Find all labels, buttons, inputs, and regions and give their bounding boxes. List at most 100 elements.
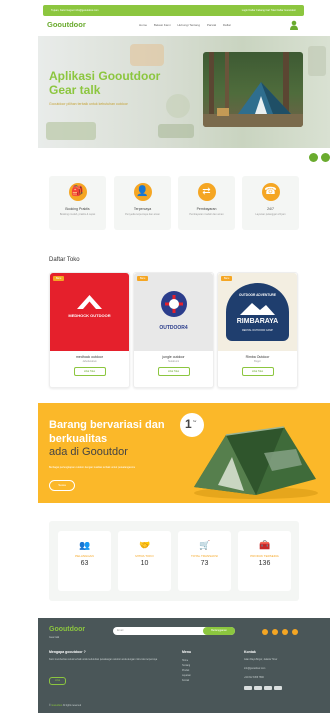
shop-name: Rimba Outdoor (245, 355, 270, 359)
nav-links: Home Bekasi Kami Hubungi Tentang Parsial… (139, 23, 237, 27)
stat-card: 🧰 PRODUK TERSEDIA 136 (238, 531, 291, 591)
stat-card: 🤝 MITRA TOKO 10 (118, 531, 171, 591)
footer-logo[interactable]: Gooutdoor (49, 626, 85, 633)
stat-label: MITRA TOKO (135, 554, 154, 558)
stat-card: 🛒 TOTAL TRANSAKSI 73 (178, 531, 231, 591)
shop-name: jungle outdoor (162, 355, 185, 359)
mountain-icon (240, 303, 275, 315)
nav-link-home[interactable]: Home (139, 23, 147, 27)
shop-city: Jabodetabek (82, 360, 97, 363)
shop-name: medhock outdoor (75, 355, 104, 359)
payment-method-icon (274, 686, 282, 690)
stat-label: PRODUK TERSEDIA (250, 554, 279, 558)
payment-method-icon (264, 686, 272, 690)
newsletter-email-input[interactable]: Email (117, 629, 123, 632)
payment-method-icon (244, 686, 252, 690)
shop-logo-text: MEDHOCK OUTDOOR (68, 313, 111, 318)
promo-button[interactable]: Sewa (49, 480, 75, 491)
footer-about-title: Mengapa gooutdoor ? (49, 650, 86, 654)
shop-emblem-icon (161, 291, 187, 317)
shop-city: Bogor (254, 360, 261, 363)
copyright-brand: Gooutdoor (51, 705, 63, 707)
facebook-icon[interactable] (262, 629, 268, 635)
box-icon: 🧰 (259, 540, 271, 550)
shop-logo-text: OUTDOOR4 (159, 325, 188, 331)
footer-about-text: Kami memberikan solusi terbaik untuk keb… (49, 659, 158, 661)
stat-card: 👥 PELANGGAN 63 (58, 531, 111, 591)
mountain-logo-icon (77, 295, 102, 309)
new-badge: Baru (221, 276, 233, 281)
exchange-icon: ⇄ (197, 183, 216, 201)
footer-contact-title: Kontak (244, 650, 256, 654)
feature-card: ⇄ Pembayaran Pembayaran mudah dan aman (178, 176, 235, 230)
nav-link-partial[interactable]: Parsial (207, 23, 216, 27)
shop-image: Baru MEDHOCK OUTDOOR (50, 273, 129, 351)
backpack-icon: 🎒 (68, 183, 87, 201)
newsletter-form: Email Berlangganan (113, 627, 235, 635)
payment-method-icon (254, 686, 262, 690)
feature-desc: Pembayaran mudah dan aman (189, 213, 224, 216)
stat-label: TOTAL TRANSAKSI (190, 554, 219, 558)
shop-logo-bottom-text: RENTAL OUTDOOR CAMP (242, 329, 273, 332)
slider-next-button[interactable] (321, 153, 330, 162)
new-badge: Baru (137, 276, 149, 281)
promo-banner: Barang bervariasi dan berkualitas ada di… (38, 403, 330, 503)
footer-copyright: © Gooutdoor All rights reserved (49, 705, 82, 707)
feature-card: 👤 Terpercaya Penyedia terpercaya dan ama… (114, 176, 171, 230)
view-shop-button[interactable]: Lihat Toko (241, 367, 274, 376)
hero-banner: Aplikasi Gooutdoor Gear talk Gooutdoor p… (38, 36, 330, 148)
feature-title: Booking Praktis (65, 207, 90, 211)
feature-desc: Penyedia terpercaya dan aman (125, 213, 160, 216)
stat-value: 136 (258, 560, 271, 567)
top-contact-text: Tujuan, Kami Gogoor info@gooutdoor.com (51, 9, 99, 12)
stat-value: 73 (200, 560, 209, 567)
handshake-icon: 🤝 (139, 540, 151, 550)
youtube-icon[interactable] (292, 629, 298, 635)
copyright-text: All rights reserved (62, 705, 82, 707)
slider-prev-button[interactable] (309, 153, 318, 162)
view-shop-button[interactable]: Lihat Toko (73, 367, 106, 376)
footer-menu-title: Menu (182, 650, 192, 654)
shop-image: Baru OUTDOOR4 (134, 273, 213, 351)
footer-contact-phone[interactable]: +62 812 3456 7890 (244, 676, 322, 680)
user-account-icon[interactable] (290, 20, 298, 30)
footer-tagline: Gear talk (49, 636, 60, 639)
shop-city: Sukabumi (167, 360, 180, 363)
shop-card[interactable]: Baru OUTDOOR4 jungle outdoor Sukabumi Li… (133, 272, 214, 388)
feature-title: Terpercaya (133, 207, 152, 211)
shop-logo-text: RIMBARAYA (226, 317, 289, 326)
feature-card: ☎ 24/7 Layanan pelanggan 24 jam (242, 176, 299, 230)
footer-contact-address: Jalan Raya Bogor, Jakarta Timur (244, 659, 278, 661)
footer-menu: Home Tentang Produk Layanan Kontak (182, 659, 191, 684)
site-logo[interactable]: Gooutdoor (47, 20, 86, 29)
view-shop-button[interactable]: Lihat Toko (157, 367, 190, 376)
subscribe-button[interactable]: Berlangganan (203, 627, 235, 635)
nav-link-contact[interactable]: Hubungi Tentang (177, 23, 200, 27)
nav-link-about[interactable]: Bekasi Kami (154, 23, 171, 27)
main-navbar: Gooutdoor Home Bekasi Kami Hubungi Tenta… (43, 17, 304, 33)
twitter-icon[interactable] (272, 629, 278, 635)
site-footer: Gooutdoor Gear talk Email Berlangganan M… (38, 618, 330, 713)
hero-subtitle: Gooutdoor pilihan terbaik untuk kebutuha… (49, 102, 128, 106)
nav-link-register[interactable]: Daftar (223, 23, 231, 27)
hero-title: Aplikasi Gooutdoor Gear talk (49, 69, 161, 97)
feature-title: 24/7 (267, 207, 274, 211)
shop-logo-top-text: OUTDOOR ADVENTURE (239, 293, 276, 297)
footer-contact-email[interactable]: info@gooutdoor.com (244, 667, 322, 671)
stat-value: 10 (140, 560, 149, 567)
cart-icon: 🛒 (199, 540, 211, 550)
footer-about-button[interactable]: Lihat (49, 677, 66, 685)
shop-card[interactable]: Baru OUTDOOR ADVENTURE RIMBARAYA RENTAL … (217, 272, 298, 388)
promo-text: Berbagai perlengkapan outdoor dengan kua… (49, 466, 136, 469)
promo-heading: Barang bervariasi dan berkualitas (49, 419, 165, 445)
instagram-icon[interactable] (282, 629, 288, 635)
tent-image (194, 426, 318, 499)
shop-image: Baru OUTDOOR ADVENTURE RIMBARAYA RENTAL … (218, 273, 297, 351)
promo-subheading: ada di Gooutdor (49, 446, 128, 458)
feature-desc: Layanan pelanggan 24 jam (255, 213, 286, 216)
top-info-bar: Tujuan, Kami Gogoor info@gooutdoor.com L… (43, 5, 304, 16)
footer-menu-item[interactable]: Kontak (182, 679, 191, 684)
people-icon: 👥 (79, 540, 91, 550)
top-account-links[interactable]: Login Daftar Cabang Cari Toko Daftar Goo… (242, 9, 296, 12)
shop-card[interactable]: Baru MEDHOCK OUTDOOR medhock outdoor Jab… (49, 272, 130, 388)
